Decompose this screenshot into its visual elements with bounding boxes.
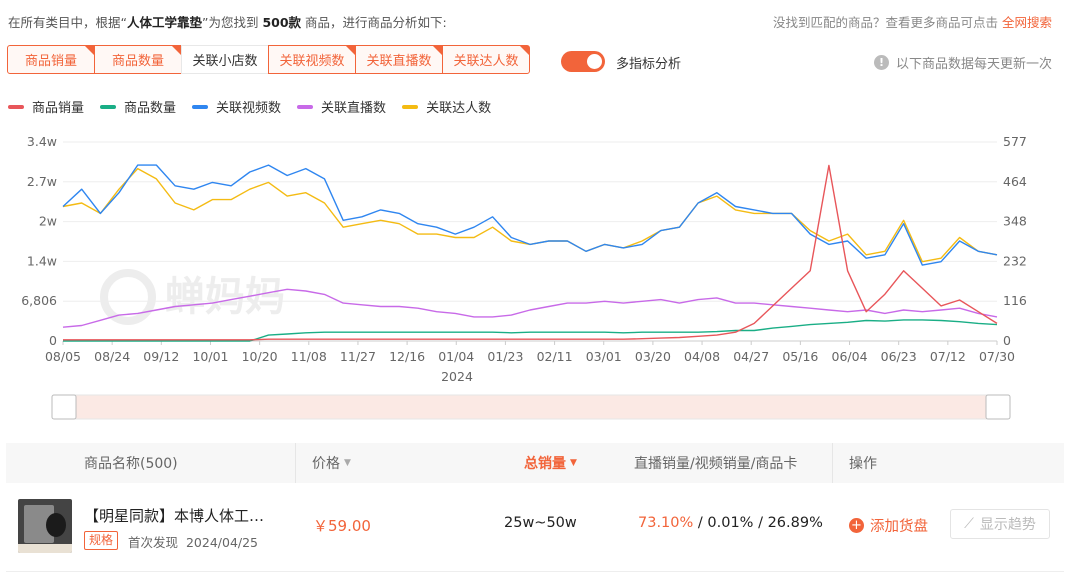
full-search-link[interactable]: 全网搜索 bbox=[1002, 15, 1052, 30]
y-left-tick-label: 2w bbox=[39, 214, 57, 229]
tab-video-count[interactable]: 关联视频数 bbox=[268, 45, 356, 74]
x-tick-label: 12/16 bbox=[389, 349, 425, 364]
toggle-knob bbox=[587, 54, 602, 69]
series-line bbox=[62, 167, 998, 263]
col-action: 操作 bbox=[849, 456, 877, 472]
x-tick-label: 11/27 bbox=[340, 349, 376, 364]
info-icon: ! bbox=[873, 55, 889, 70]
spec-badge[interactable]: 规格 bbox=[84, 531, 119, 550]
add-to-pool-button[interactable]: + 添加货盘 bbox=[849, 515, 928, 536]
col-price[interactable]: 价格 ▼ bbox=[312, 443, 351, 483]
plus-icon: + bbox=[849, 518, 864, 533]
legend-live-count[interactable]: 关联直播数 bbox=[297, 97, 386, 116]
x-tick-label: 09/12 bbox=[143, 349, 179, 364]
update-note: ! 以下商品数据每天更新一次 bbox=[873, 53, 1052, 72]
trend-icon: ⟋ bbox=[964, 516, 974, 532]
x-tick-label: 04/08 bbox=[684, 349, 720, 364]
y-right-tick-label: 348 bbox=[1003, 214, 1027, 229]
tab-influencer-count[interactable]: 关联达人数 bbox=[442, 45, 530, 74]
first-seen: 首次发现 2024/04/25 bbox=[128, 535, 259, 550]
x-tick-label: 10/20 bbox=[242, 349, 278, 364]
x-tick-label: 07/30 bbox=[979, 349, 1015, 364]
x-year-label: 2024 bbox=[441, 369, 473, 384]
legend-swatch bbox=[402, 104, 419, 109]
x-tick-label: 11/08 bbox=[291, 349, 327, 364]
product-sales: 25w~50w bbox=[504, 515, 577, 531]
trend-chart: 0 6,806 1.4w 2w 2.7w 3.4w 0 116 232 348 464 577 08/0… bbox=[21, 134, 1027, 420]
show-trend-button[interactable]: ⟋ 显示趋势 bbox=[950, 509, 1050, 539]
range-slider-track bbox=[61, 394, 997, 420]
result-summary: 在所有类目中，根据“人体工学靠垫”为您找到 500款 商品，进行商品分析如下: bbox=[8, 15, 447, 30]
x-tick-label: 01/23 bbox=[487, 349, 523, 364]
search-hint: 没找到匹配的商品？查看更多商品可点击 全网搜索 bbox=[772, 15, 1052, 30]
legend-influencer-count[interactable]: 关联达人数 bbox=[402, 97, 491, 116]
col-sales[interactable]: 总销量 ▼ bbox=[524, 443, 577, 483]
y-right-tick-label: 464 bbox=[1003, 174, 1027, 189]
series-line bbox=[62, 164, 998, 266]
x-tick-label: 10/01 bbox=[192, 349, 228, 364]
y-left-tick-label: 6,806 bbox=[21, 293, 57, 308]
watermark-text: 蝉妈妈 bbox=[165, 274, 285, 320]
x-tick-label: 08/24 bbox=[94, 349, 130, 364]
legend-swatch bbox=[8, 104, 24, 109]
y-right-tick-label: 116 bbox=[1003, 293, 1027, 308]
y-right-tick-label: 577 bbox=[1003, 134, 1027, 149]
legend-swatch bbox=[297, 104, 314, 109]
y-right-tick-label: 0 bbox=[1003, 333, 1011, 348]
x-tick-label: 02/11 bbox=[537, 349, 573, 364]
metric-tabs: 商品销量 商品数量 关联小店数 关联视频数 关联直播数 关联达人数 bbox=[7, 45, 530, 74]
chart-legend: 商品销量 商品数量 关联视频数 关联直播数 关联达人数 bbox=[8, 97, 507, 116]
col-ratio: 直播销量/视频销量/商品卡 bbox=[634, 456, 798, 472]
col-name: 商品名称(500) bbox=[84, 456, 178, 472]
tab-shop-count[interactable]: 关联小店数 bbox=[181, 45, 269, 74]
result-count: 500款 bbox=[262, 15, 302, 30]
col-divider bbox=[295, 443, 296, 483]
range-slider-right-handle[interactable] bbox=[985, 394, 1011, 420]
col-divider bbox=[832, 443, 833, 483]
product-name[interactable]: 【明星同款】本博人体工… bbox=[84, 505, 264, 526]
y-left-tick-label: 1.4w bbox=[27, 253, 57, 268]
x-tick-label: 03/01 bbox=[586, 349, 622, 364]
table-header: 商品名称(500) 价格 ▼ 总销量 ▼ 直播销量/视频销量/商品卡 操作 bbox=[6, 443, 1064, 483]
x-tick-label: 08/05 bbox=[45, 349, 81, 364]
legend-swatch bbox=[192, 104, 209, 109]
multi-metric-toggle[interactable] bbox=[561, 51, 605, 72]
multi-metric-label: 多指标分析 bbox=[616, 57, 682, 72]
y-left-tick-label: 3.4w bbox=[27, 134, 57, 149]
x-tick-label: 06/23 bbox=[881, 349, 917, 364]
sort-icon: ▼ bbox=[344, 458, 351, 468]
legend-swatch bbox=[100, 104, 117, 109]
x-tick-label: 07/12 bbox=[930, 349, 966, 364]
range-slider-left-handle[interactable] bbox=[51, 394, 77, 420]
product-thumbnail[interactable] bbox=[18, 499, 72, 553]
x-tick-label: 03/20 bbox=[635, 349, 671, 364]
tab-live-count[interactable]: 关联直播数 bbox=[355, 45, 443, 74]
keyword: 人体工学靠垫 bbox=[126, 15, 202, 30]
tab-sales[interactable]: 商品销量 bbox=[7, 45, 95, 74]
x-tick-label: 05/16 bbox=[782, 349, 818, 364]
sales-ratio: 73.10% / 0.01% / 26.89% bbox=[638, 515, 823, 531]
series-line bbox=[63, 319, 998, 342]
legend-sales[interactable]: 商品销量 bbox=[8, 97, 84, 116]
x-tick-label: 06/04 bbox=[832, 349, 868, 364]
product-price: ￥59.00 bbox=[313, 517, 371, 535]
x-tick-label: 01/04 bbox=[438, 349, 474, 364]
legend-product-count[interactable]: 商品数量 bbox=[100, 97, 176, 116]
y-left-tick-label: 2.7w bbox=[27, 174, 57, 189]
table-row[interactable]: 【明星同款】本博人体工… 规格 首次发现 2024/04/25 ￥59.00 2… bbox=[6, 483, 1064, 572]
y-right-tick-label: 232 bbox=[1003, 253, 1027, 268]
sort-desc-icon: ▼ bbox=[570, 458, 577, 468]
x-tick-label: 04/27 bbox=[733, 349, 769, 364]
legend-video-count[interactable]: 关联视频数 bbox=[192, 97, 281, 116]
tab-product-count[interactable]: 商品数量 bbox=[94, 45, 182, 74]
y-left-tick-label: 0 bbox=[49, 333, 57, 348]
